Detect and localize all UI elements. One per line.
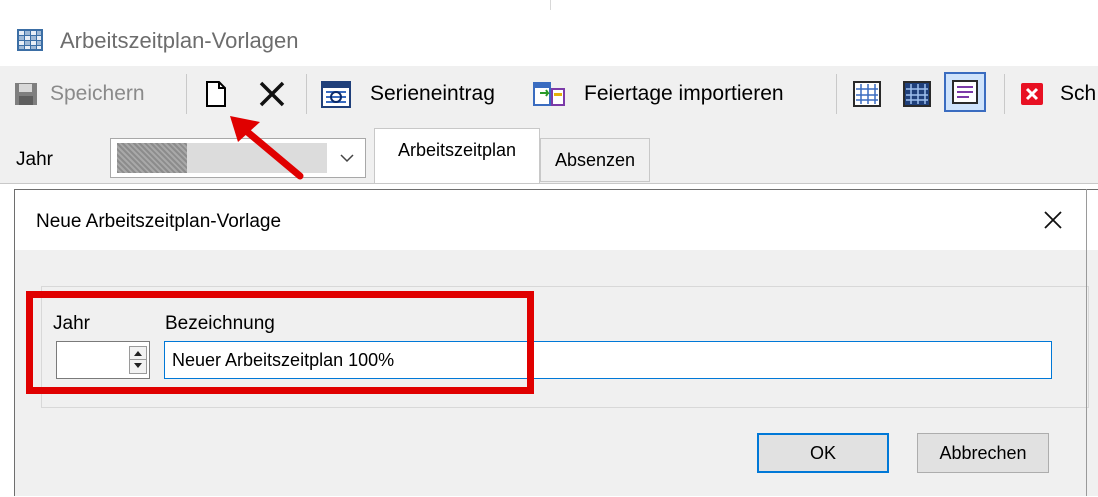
app-grid-icon bbox=[17, 29, 43, 51]
toolbar-separator bbox=[306, 74, 307, 114]
calendar-series-icon bbox=[321, 81, 351, 108]
calendar-grid-icon bbox=[853, 81, 881, 107]
tab-arbeitszeitplan[interactable]: Arbeitszeitplan bbox=[374, 128, 540, 185]
dialog-close-icon[interactable] bbox=[1037, 204, 1069, 236]
year-filter-combobox[interactable] bbox=[110, 138, 366, 178]
list-view-icon bbox=[952, 80, 978, 104]
chevron-down-icon bbox=[340, 154, 354, 163]
dialog-title: Neue Arbeitszeitplan-Vorlage bbox=[36, 211, 282, 232]
floppy-disk-icon bbox=[15, 83, 37, 105]
dialog-titlebar: Neue Arbeitszeitplan-Vorlage bbox=[15, 190, 1098, 250]
view-month-button[interactable] bbox=[852, 76, 882, 112]
delete-x-icon bbox=[259, 81, 285, 107]
close-window-button[interactable]: Sch bbox=[1020, 76, 1096, 112]
year-filter-label: Jahr bbox=[16, 149, 53, 170]
save-button[interactable]: Speichern bbox=[14, 76, 145, 112]
spinner-up-icon[interactable] bbox=[130, 347, 146, 359]
new-button[interactable] bbox=[205, 76, 227, 112]
toolbar-separator bbox=[186, 74, 187, 114]
spinner-down-icon[interactable] bbox=[130, 360, 146, 372]
series-entry-button[interactable]: Serieneintrag bbox=[320, 76, 495, 112]
titlebar-divider bbox=[550, 0, 551, 10]
window-titlebar: Arbeitszeitplan-Vorlagen bbox=[0, 0, 1098, 66]
combo-selection-fill bbox=[187, 143, 327, 173]
calendar-grid-dark-icon bbox=[903, 81, 931, 107]
year-spinner[interactable] bbox=[56, 341, 150, 379]
view-list-button[interactable] bbox=[944, 72, 986, 112]
tab-absenzen[interactable]: Absenzen bbox=[540, 138, 650, 182]
toolbar-separator bbox=[836, 74, 837, 114]
toolbar: Speichern Serieneintrag Feiertage import… bbox=[0, 66, 1098, 128]
dialog-right-edge bbox=[1086, 189, 1087, 496]
tab-arbeitszeitplan-label: Arbeitszeitplan bbox=[397, 139, 517, 160]
toolbar-separator bbox=[1004, 74, 1005, 114]
close-red-icon bbox=[1021, 83, 1043, 105]
dialog-name-label: Bezeichnung bbox=[165, 313, 275, 334]
filter-tab-row: Jahr Arbeitszeitplan Absenzen bbox=[0, 128, 1098, 185]
window-title: Arbeitszeitplan-Vorlagen bbox=[60, 28, 299, 53]
spinner-buttons[interactable] bbox=[129, 346, 147, 374]
view-week-button[interactable] bbox=[902, 76, 932, 112]
new-document-icon bbox=[206, 81, 226, 107]
combo-selection-hatch bbox=[117, 143, 187, 173]
import-holidays-button[interactable]: Feiertage importieren bbox=[532, 76, 784, 112]
save-button-label: Speichern bbox=[50, 82, 145, 105]
import-holidays-icon bbox=[533, 82, 565, 106]
series-entry-label: Serieneintrag bbox=[370, 82, 495, 105]
import-holidays-label: Feiertage importieren bbox=[584, 82, 784, 105]
name-input[interactable] bbox=[164, 341, 1052, 379]
tab-absenzen-label: Absenzen bbox=[554, 149, 636, 170]
ok-button[interactable]: OK bbox=[757, 433, 889, 473]
dialog-year-label: Jahr bbox=[53, 313, 90, 334]
new-template-dialog: Neue Arbeitszeitplan-Vorlage Jahr Bezeic… bbox=[14, 189, 1098, 496]
delete-button[interactable] bbox=[258, 76, 286, 112]
cancel-button[interactable]: Abbrechen bbox=[917, 433, 1049, 473]
close-window-label: Sch bbox=[1060, 82, 1097, 105]
